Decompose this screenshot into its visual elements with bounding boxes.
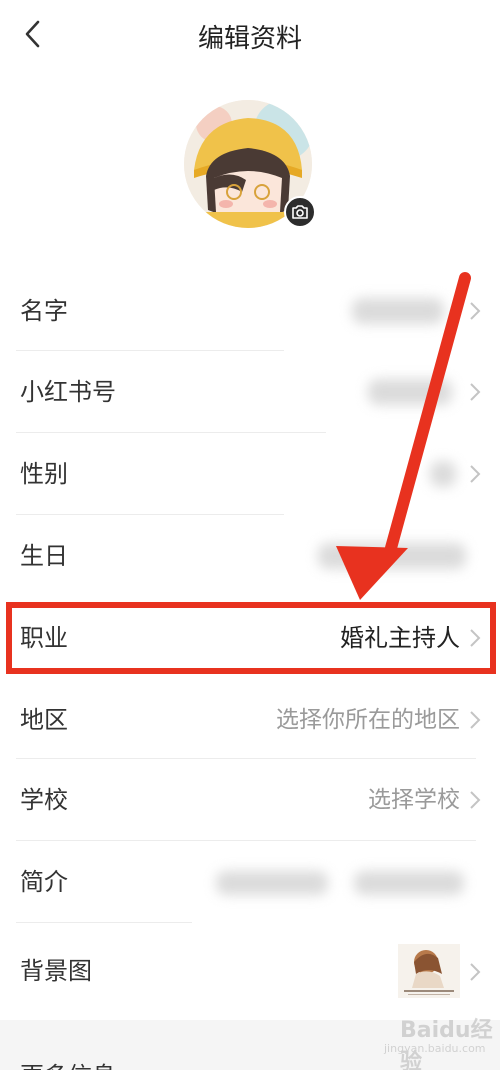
baidu-watermark: Baidu经验 jingyan.baidu.com: [378, 1012, 496, 1070]
watermark-text: Baidu经验: [400, 1018, 493, 1070]
red-arrow-annotation: [336, 272, 471, 600]
watermark-url: jingyan.baidu.com: [384, 1042, 486, 1055]
more-info-label: 更多信息: [20, 1056, 116, 1070]
